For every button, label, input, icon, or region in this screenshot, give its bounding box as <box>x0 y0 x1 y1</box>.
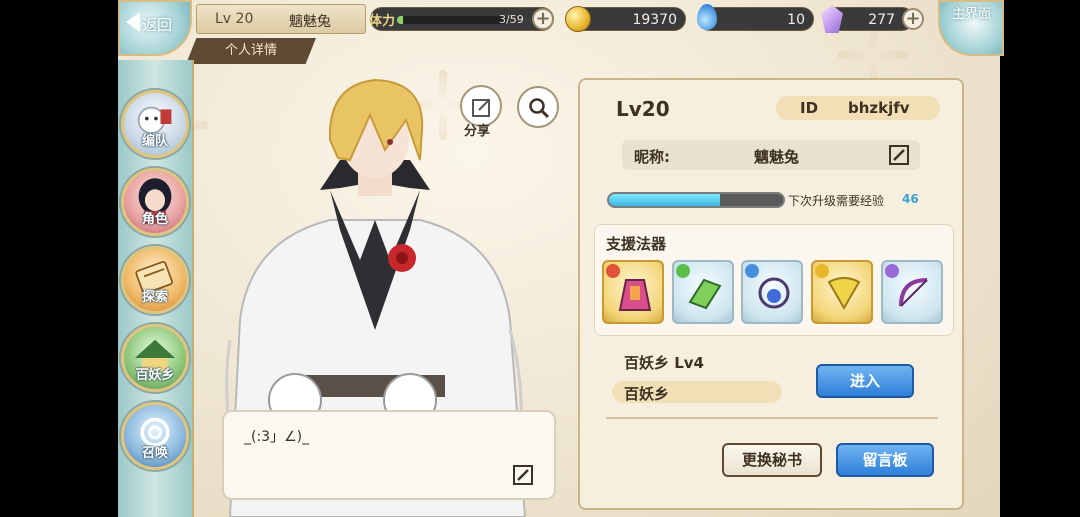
village-name: 百妖乡 <box>624 385 670 403</box>
drop-counter: 10 <box>697 4 814 31</box>
nickname-label: 昵称: <box>634 148 670 166</box>
share-label: 分享 <box>464 124 491 139</box>
nav-item-label: 编队 <box>141 134 168 149</box>
nav-item-label: 探索 <box>141 290 168 305</box>
edit-nickname-icon[interactable] <box>888 144 910 166</box>
player-level: Lv 20 <box>215 11 254 27</box>
nav-item-village[interactable]: 百妖乡 <box>121 324 189 392</box>
nav-item-summon[interactable]: 召唤 <box>121 402 189 470</box>
magnifier-icon <box>529 98 550 119</box>
artifact-fan-icon <box>827 277 861 311</box>
message-board-button[interactable]: 留言板 <box>836 443 934 477</box>
support-artifacts-title: 支援法器 <box>606 235 667 253</box>
coin-counter: 19370 <box>565 6 686 32</box>
nav-item-label: 召唤 <box>141 446 168 461</box>
exp-label: 下次升级需要经验 <box>788 194 885 208</box>
nickname-value: 魑魅兔 <box>754 148 800 166</box>
artifact-slot[interactable] <box>741 260 803 324</box>
artifact-slot[interactable] <box>602 260 664 324</box>
player-name: 魑魅兔 <box>289 14 331 30</box>
player-id: ID bhzkjfv <box>776 96 940 120</box>
artifact-slot[interactable] <box>881 260 943 324</box>
stamina-value: 3/59 <box>499 13 524 26</box>
speech-text: _(:3」∠)_ <box>244 429 310 445</box>
share-icon <box>472 99 490 117</box>
player-name-plate: Lv 20 魑魅兔 <box>196 4 366 34</box>
side-nav: 编队 角色 探索 百妖乡 召唤 <box>118 60 194 517</box>
artifact-robe-icon <box>618 279 652 311</box>
id-value: bhzkjfv <box>848 99 910 117</box>
artifact-mirror-icon <box>758 277 790 309</box>
nickname-field: 昵称: 魑魅兔 <box>622 140 920 170</box>
profile-level: Lv20 <box>616 97 670 121</box>
artifact-slot[interactable] <box>672 260 734 324</box>
stamina-bar <box>397 16 507 24</box>
stamina-fill <box>397 16 403 24</box>
change-secretary-button[interactable]: 更换秘书 <box>722 443 822 477</box>
stamina-label: 体力 <box>369 14 396 29</box>
drop-value: 10 <box>787 12 805 28</box>
home-label: 主界面 <box>952 7 992 22</box>
coin-value: 19370 <box>632 12 677 28</box>
artifact-cloth-icon <box>688 278 722 310</box>
zoom-button[interactable] <box>517 86 559 128</box>
nav-item-explore[interactable]: 探索 <box>121 246 189 314</box>
nav-item-label: 百妖乡 <box>135 368 175 383</box>
divider <box>606 417 938 419</box>
tab-personal-details[interactable]: 个人详情 <box>186 38 316 64</box>
stamina-meter: 体力 3/59 <box>369 7 554 31</box>
exp-fill <box>609 194 721 206</box>
nav-item-label: 角色 <box>141 212 168 227</box>
add-gems-button[interactable]: + <box>902 8 924 30</box>
gem-value: 277 <box>868 12 895 28</box>
artifact-bow-icon <box>899 278 928 307</box>
edit-icon[interactable] <box>512 464 534 486</box>
enter-village-button[interactable]: 进入 <box>816 364 914 398</box>
nav-item-team[interactable]: 编队 <box>121 90 189 158</box>
village-name-pill: 百妖乡 <box>612 381 782 403</box>
add-stamina-button[interactable]: + <box>532 8 554 30</box>
speech-bubble[interactable]: _(:3」∠)_ <box>222 410 556 500</box>
artifact-slot[interactable] <box>811 260 873 324</box>
gem-counter: 277 <box>821 5 914 33</box>
village-level: 百妖乡 Lv4 <box>624 354 704 372</box>
exp-value: 46 <box>902 192 919 206</box>
back-label: 返回 <box>142 16 173 34</box>
coin-icon <box>565 6 591 32</box>
back-arrow-icon <box>126 12 140 32</box>
nav-item-characters[interactable]: 角色 <box>121 168 189 236</box>
exp-bar <box>607 192 785 208</box>
water-drop-icon <box>697 4 717 30</box>
id-label: ID <box>800 99 819 117</box>
